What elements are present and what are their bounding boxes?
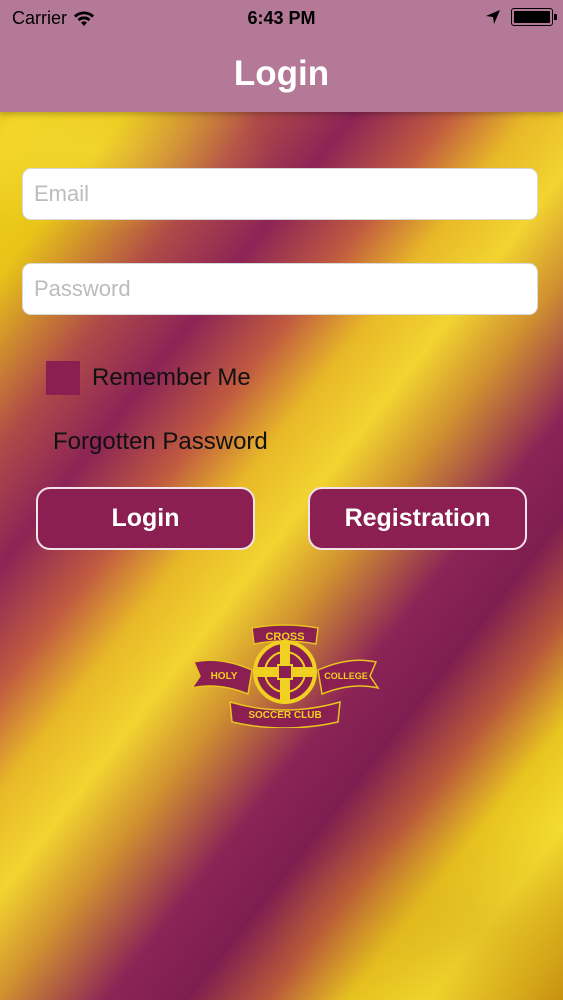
remember-me-checkbox[interactable] (46, 361, 80, 395)
remember-me-toggle[interactable]: Remember Me (46, 361, 251, 395)
logo-top-text: CROSS (265, 631, 304, 643)
location-arrow-icon (486, 10, 500, 24)
club-crest-logo: CROSS HOLY COLLEGE SOCCER CLUB (190, 624, 380, 728)
logo-bottom-text: SOCCER CLUB (248, 710, 321, 721)
battery-icon (511, 8, 557, 26)
login-button[interactable]: Login (36, 487, 255, 550)
logo-right-text: COLLEGE (324, 671, 368, 681)
status-right-icons (485, 8, 557, 26)
page-title: Login (233, 54, 330, 93)
registration-button[interactable]: Registration (308, 487, 527, 550)
logo-left-text: HOLY (211, 671, 238, 682)
battery-fill (514, 11, 550, 23)
forgotten-password-link[interactable]: Forgotten Password (53, 428, 268, 456)
status-time: 6:43 PM (247, 8, 316, 28)
cross-center (277, 664, 293, 680)
status-bar: Carrier 6:43 PM (0, 0, 563, 38)
password-field[interactable] (22, 263, 538, 315)
remember-me-label: Remember Me (92, 364, 251, 391)
email-field[interactable] (22, 168, 538, 220)
